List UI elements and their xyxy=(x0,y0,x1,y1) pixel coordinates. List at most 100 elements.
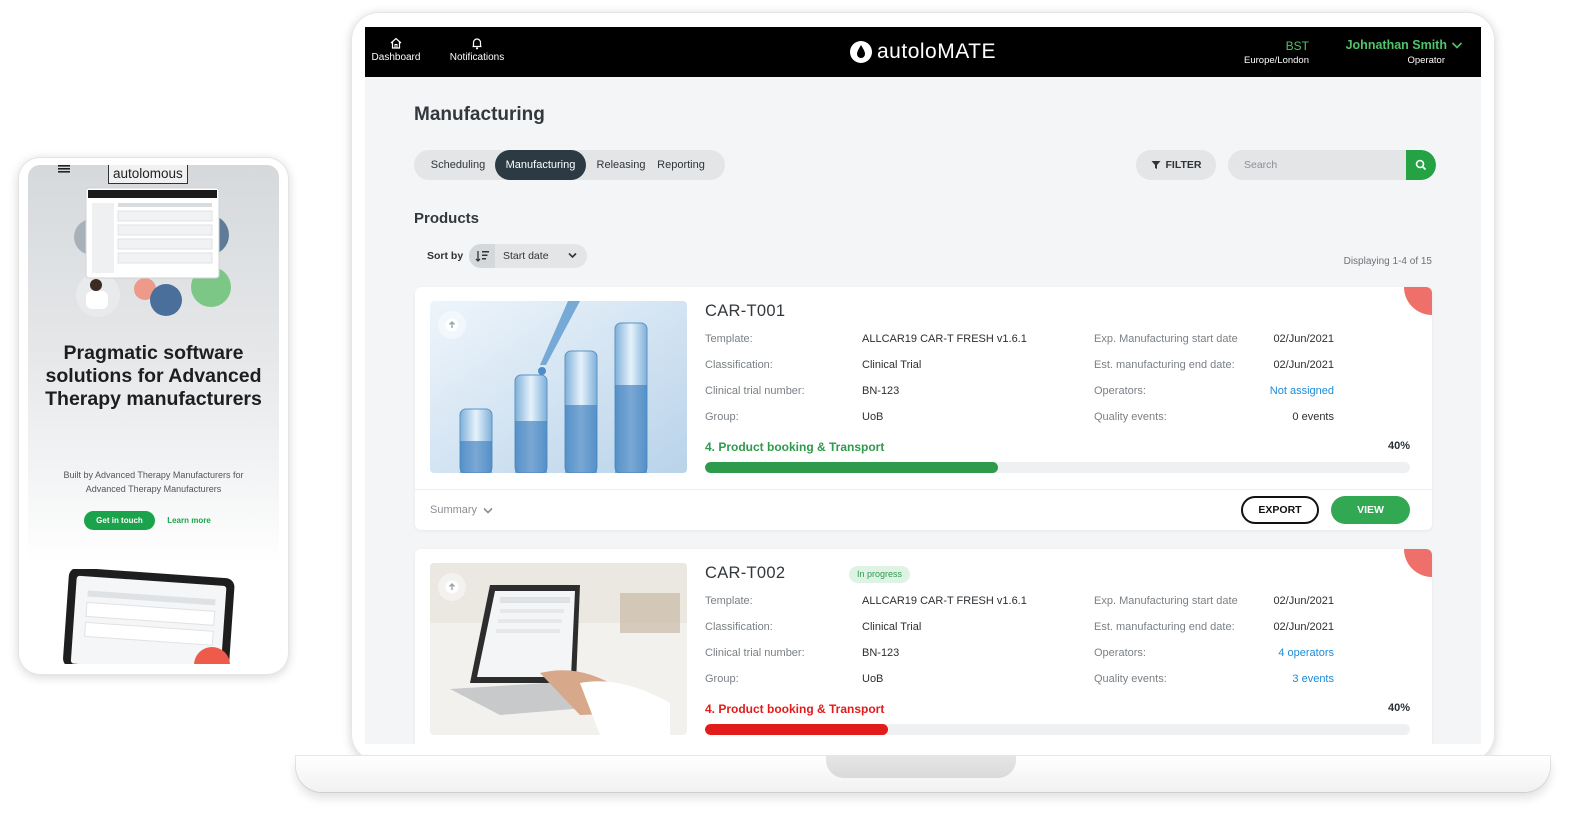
group-value: UoB xyxy=(862,673,884,685)
hamburger-menu-icon[interactable] xyxy=(58,165,70,175)
end-date-value: 02/Jun/2021 xyxy=(1273,359,1334,371)
group-label: Group: xyxy=(705,673,739,685)
products-heading: Products xyxy=(414,210,480,227)
filter-button[interactable]: FILTER xyxy=(1136,150,1216,180)
card-corner-marker xyxy=(1404,287,1432,315)
quality-events-label: Quality events: xyxy=(1094,411,1167,423)
phone-headline: Pragmatic software solutions for Advance… xyxy=(45,342,262,410)
card-corner-marker xyxy=(1404,549,1432,577)
template-value: ALLCAR19 CAR-T FRESH v1.6.1 xyxy=(862,595,1027,607)
group-value: UoB xyxy=(862,411,884,423)
chevron-down-icon xyxy=(568,252,577,259)
start-date-value: 02/Jun/2021 xyxy=(1273,333,1334,345)
classification-label: Classification: xyxy=(705,359,773,371)
search-icon xyxy=(1415,159,1427,171)
search-input[interactable] xyxy=(1228,150,1406,180)
section-tabs: Scheduling Manufacturing Releasing Repor… xyxy=(414,150,725,180)
sort-value: Start date xyxy=(503,250,549,262)
get-in-touch-button[interactable]: Get in touch xyxy=(84,511,155,530)
stage-label: 4. Product booking & Transport xyxy=(705,702,885,716)
chevron-down-icon xyxy=(483,507,493,514)
quality-events-value[interactable]: 3 events xyxy=(1214,673,1334,685)
trial-number-value: BN-123 xyxy=(862,385,900,397)
trial-number-value: BN-123 xyxy=(862,647,900,659)
upload-image-button[interactable] xyxy=(438,311,466,339)
phone-logo[interactable]: autolomous xyxy=(108,165,188,184)
sort-by-label: Sort by xyxy=(427,250,464,262)
progress-bar xyxy=(705,462,1410,473)
top-bar: Dashboard Notifications autoloMATE BST E… xyxy=(365,27,1481,77)
progress-fill xyxy=(705,462,998,473)
operators-value[interactable]: 4 operators xyxy=(1214,647,1334,659)
dashboard-nav-button[interactable]: Dashboard xyxy=(371,36,421,63)
template-label: Template: xyxy=(705,333,753,345)
group-label: Group: xyxy=(705,411,739,423)
sort-select[interactable]: Start date xyxy=(469,244,587,268)
export-button[interactable]: EXPORT xyxy=(1241,496,1319,524)
notifications-nav-button[interactable]: Notifications xyxy=(447,36,507,63)
tablet-illustration xyxy=(63,569,235,664)
quality-events-value: 0 events xyxy=(1292,411,1334,423)
progress-percent: 40% xyxy=(1387,440,1410,452)
product-image xyxy=(430,301,687,473)
home-icon xyxy=(390,37,402,49)
card-footer: Summary EXPORT VIEW xyxy=(415,489,1432,530)
timezone-display: BST Europe/London xyxy=(1233,39,1309,66)
start-date-value: 02/Jun/2021 xyxy=(1273,595,1334,607)
notifications-nav-label: Notifications xyxy=(449,52,505,63)
dashboard-nav-label: Dashboard xyxy=(371,52,421,63)
laptop-notch xyxy=(826,756,1016,778)
timezone-code: BST xyxy=(1285,39,1309,53)
user-role: Operator xyxy=(1407,55,1446,66)
summary-label: Summary xyxy=(430,504,478,516)
learn-more-link[interactable]: Learn more xyxy=(166,511,212,530)
phone-subheadline: Built by Advanced Therapy Manufacturers … xyxy=(63,470,244,494)
app-screen: Dashboard Notifications autoloMATE BST E… xyxy=(365,27,1481,744)
view-button[interactable]: VIEW xyxy=(1331,496,1410,524)
chevron-down-icon xyxy=(1451,42,1463,49)
user-name: Johnathan Smith xyxy=(1345,38,1447,52)
phone-screen: autolomous Pragmatic software solutions … xyxy=(28,165,279,664)
status-badge: In progress xyxy=(849,566,911,583)
brand-logo[interactable]: autoloMATE xyxy=(849,38,996,66)
timezone-region: Europe/London xyxy=(1244,55,1309,66)
template-value: ALLCAR19 CAR-T FRESH v1.6.1 xyxy=(862,333,1027,345)
bell-icon xyxy=(472,38,482,50)
template-label: Template: xyxy=(705,595,753,607)
operators-value[interactable]: Not assigned xyxy=(1214,385,1334,397)
progress-bar xyxy=(705,724,1410,735)
quality-events-label: Quality events: xyxy=(1094,673,1167,685)
hero-illustration xyxy=(74,187,231,317)
tab-scheduling[interactable]: Scheduling xyxy=(420,150,496,180)
filter-label: FILTER xyxy=(1165,159,1202,171)
trial-number-label: Clinical trial number: xyxy=(705,385,805,397)
tab-reporting[interactable]: Reporting xyxy=(652,150,710,180)
search-box xyxy=(1228,150,1436,180)
upload-icon xyxy=(445,318,459,332)
operators-label: Operators: xyxy=(1094,647,1146,659)
search-button[interactable] xyxy=(1406,150,1436,180)
product-card: CAR-T002 In progress Template: ALLCAR19 … xyxy=(415,549,1432,744)
brand-name: autoloMATE xyxy=(877,40,996,63)
product-id[interactable]: CAR-T002 xyxy=(705,564,785,583)
progress-fill xyxy=(705,724,889,735)
classification-value: Clinical Trial xyxy=(862,621,922,633)
product-image xyxy=(430,563,687,735)
upload-image-button[interactable] xyxy=(438,573,466,601)
user-menu[interactable]: Johnathan Smith Operator xyxy=(1345,38,1463,66)
classification-label: Classification: xyxy=(705,621,773,633)
page-title: Manufacturing xyxy=(414,104,545,125)
end-date-value: 02/Jun/2021 xyxy=(1273,621,1334,633)
operators-label: Operators: xyxy=(1094,385,1146,397)
sort-icon xyxy=(475,251,489,262)
product-id[interactable]: CAR-T001 xyxy=(705,302,785,321)
summary-toggle[interactable]: Summary xyxy=(430,504,493,516)
product-card: CAR-T001 Template: ALLCAR19 CAR-T FRESH … xyxy=(415,287,1432,530)
drop-logo-icon xyxy=(850,41,872,63)
classification-value: Clinical Trial xyxy=(862,359,922,371)
tab-manufacturing[interactable]: Manufacturing xyxy=(495,150,586,180)
funnel-icon xyxy=(1151,161,1161,169)
progress-percent: 40% xyxy=(1387,702,1410,714)
results-count: Displaying 1-4 of 15 xyxy=(1343,256,1432,267)
tab-releasing[interactable]: Releasing xyxy=(592,150,650,180)
